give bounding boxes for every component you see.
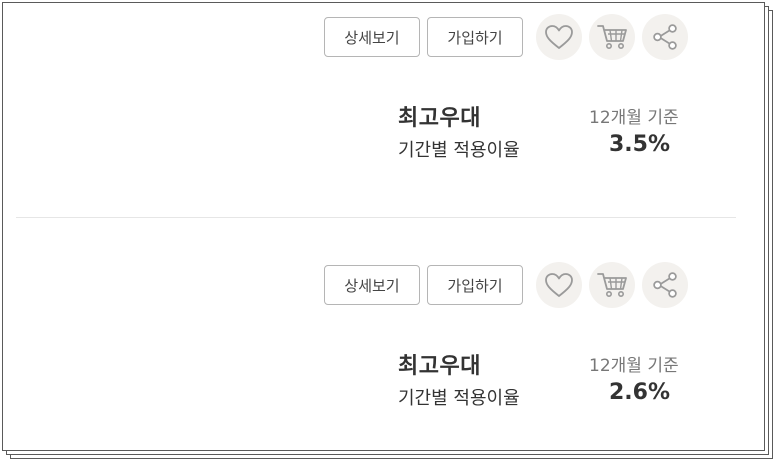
join-button[interactable]: 가입하기: [427, 17, 523, 57]
cart-button[interactable]: [589, 262, 635, 308]
rate-period: 12개월 기준: [589, 356, 679, 376]
product-card: 상세보기 가입하기: [6, 250, 767, 450]
card-divider: [16, 217, 736, 218]
rate-subtitle: 기간별 적용이율: [398, 388, 520, 409]
interest-rate: 3.5%: [609, 132, 671, 157]
cart-icon: [597, 25, 627, 49]
share-icon: [653, 272, 677, 298]
rate-period: 12개월 기준: [589, 108, 679, 128]
product-list: 상세보기 가입하기 최고우대 기간별 적용이율 12개월 기준 3.5% 상세보…: [6, 6, 767, 453]
favorite-button[interactable]: [536, 14, 582, 60]
share-icon: [653, 24, 677, 50]
share-button[interactable]: [642, 14, 688, 60]
benefit-title: 최고우대: [398, 354, 481, 379]
detail-button[interactable]: 상세보기: [324, 17, 420, 57]
cart-button[interactable]: [589, 14, 635, 60]
favorite-button[interactable]: [536, 262, 582, 308]
product-card: 상세보기 가입하기: [6, 6, 767, 202]
heart-icon: [545, 273, 573, 297]
benefit-title: 최고우대: [398, 106, 481, 131]
cart-icon: [597, 273, 627, 297]
product-actions: 상세보기 가입하기: [324, 262, 695, 308]
heart-icon: [545, 25, 573, 49]
page-front: 상세보기 가입하기 최고우대 기간별 적용이율 12개월 기준 3.5% 상세보…: [2, 2, 765, 451]
interest-rate: 2.6%: [609, 380, 671, 405]
join-button[interactable]: 가입하기: [427, 265, 523, 305]
stacked-pages: 상세보기 가입하기 최고우대 기간별 적용이율 12개월 기준 3.5% 상세보…: [0, 0, 775, 461]
product-actions: 상세보기 가입하기: [324, 14, 695, 60]
share-button[interactable]: [642, 262, 688, 308]
rate-subtitle: 기간별 적용이율: [398, 140, 520, 161]
detail-button[interactable]: 상세보기: [324, 265, 420, 305]
